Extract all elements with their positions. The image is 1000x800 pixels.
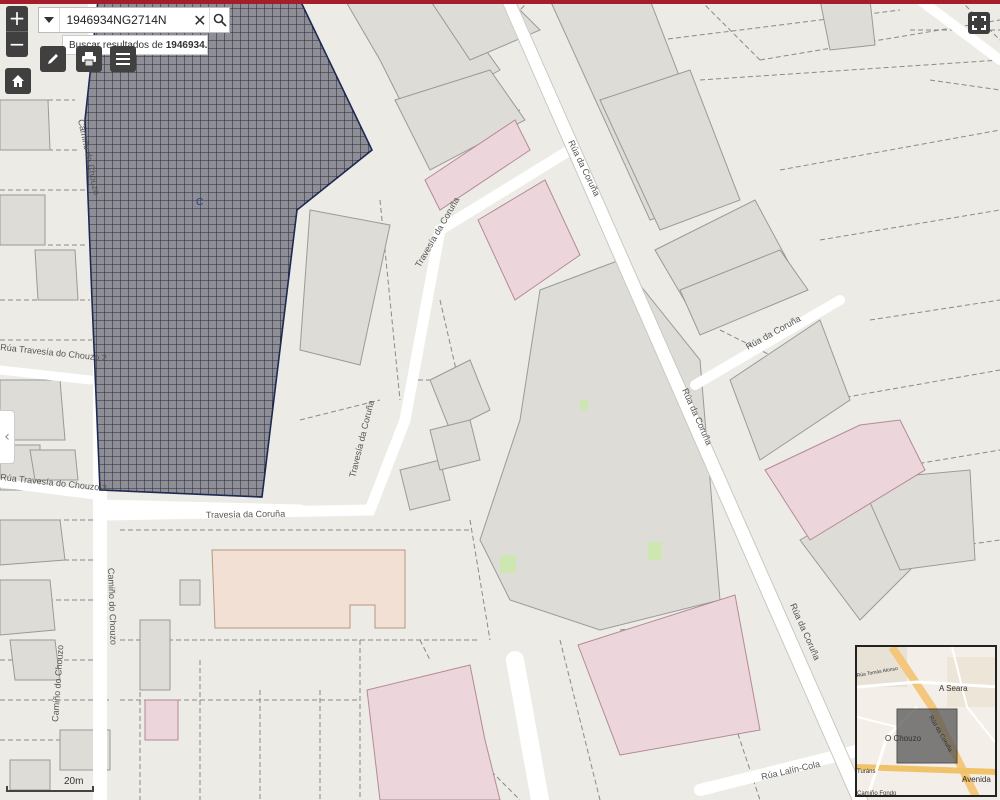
scale-bar: 20m xyxy=(6,776,94,796)
draw-button[interactable] xyxy=(40,46,66,72)
magnifier-icon xyxy=(213,13,227,27)
printer-icon xyxy=(82,52,96,66)
home-icon xyxy=(12,75,24,87)
layers-button[interactable] xyxy=(110,46,136,72)
parcel-label: C xyxy=(196,197,203,208)
overview-label: A Seara xyxy=(939,684,968,693)
zoom-out-button[interactable]: − xyxy=(6,31,28,57)
print-button[interactable] xyxy=(76,46,102,72)
zoom-control: + − xyxy=(6,6,28,57)
overview-label: O Chouzo xyxy=(885,734,922,743)
side-panel-toggle[interactable]: ‹ xyxy=(0,410,15,464)
search-bar: ✕ xyxy=(38,7,230,33)
list-icon xyxy=(116,53,130,65)
scale-line xyxy=(6,786,94,792)
overview-label: Camiño Fondo xyxy=(857,791,897,797)
clear-search-button[interactable]: ✕ xyxy=(190,8,209,32)
search-button[interactable] xyxy=(209,8,229,32)
chevron-left-icon: ‹ xyxy=(4,429,10,445)
pencil-icon xyxy=(48,54,58,64)
map-canvas[interactable]: C Rúa da Coruña Rúa da Coruña Rúa da Cor… xyxy=(0,0,1000,800)
expand-icon xyxy=(972,16,986,30)
top-bar xyxy=(0,0,1000,4)
zoom-in-button[interactable]: + xyxy=(6,6,28,31)
fullscreen-button[interactable] xyxy=(968,12,990,34)
orange-building xyxy=(211,549,406,629)
home-button[interactable] xyxy=(5,68,31,94)
overview-map-canvas: A Seara O Chouzo Avenida Rúa Tomás Alons… xyxy=(857,647,995,797)
street-label: Travesía da Coruña xyxy=(206,509,285,520)
overview-label: Avenida xyxy=(962,775,991,784)
overview-map[interactable]: A Seara O Chouzo Avenida Rúa Tomás Alons… xyxy=(855,645,997,797)
close-icon: ✕ xyxy=(193,10,207,30)
search-dropdown-button[interactable] xyxy=(39,8,61,32)
suggestion-term: 1946934... xyxy=(165,40,208,51)
overview-label: Turáns xyxy=(857,769,875,775)
search-input[interactable] xyxy=(60,13,191,27)
caret-down-icon xyxy=(44,17,55,23)
